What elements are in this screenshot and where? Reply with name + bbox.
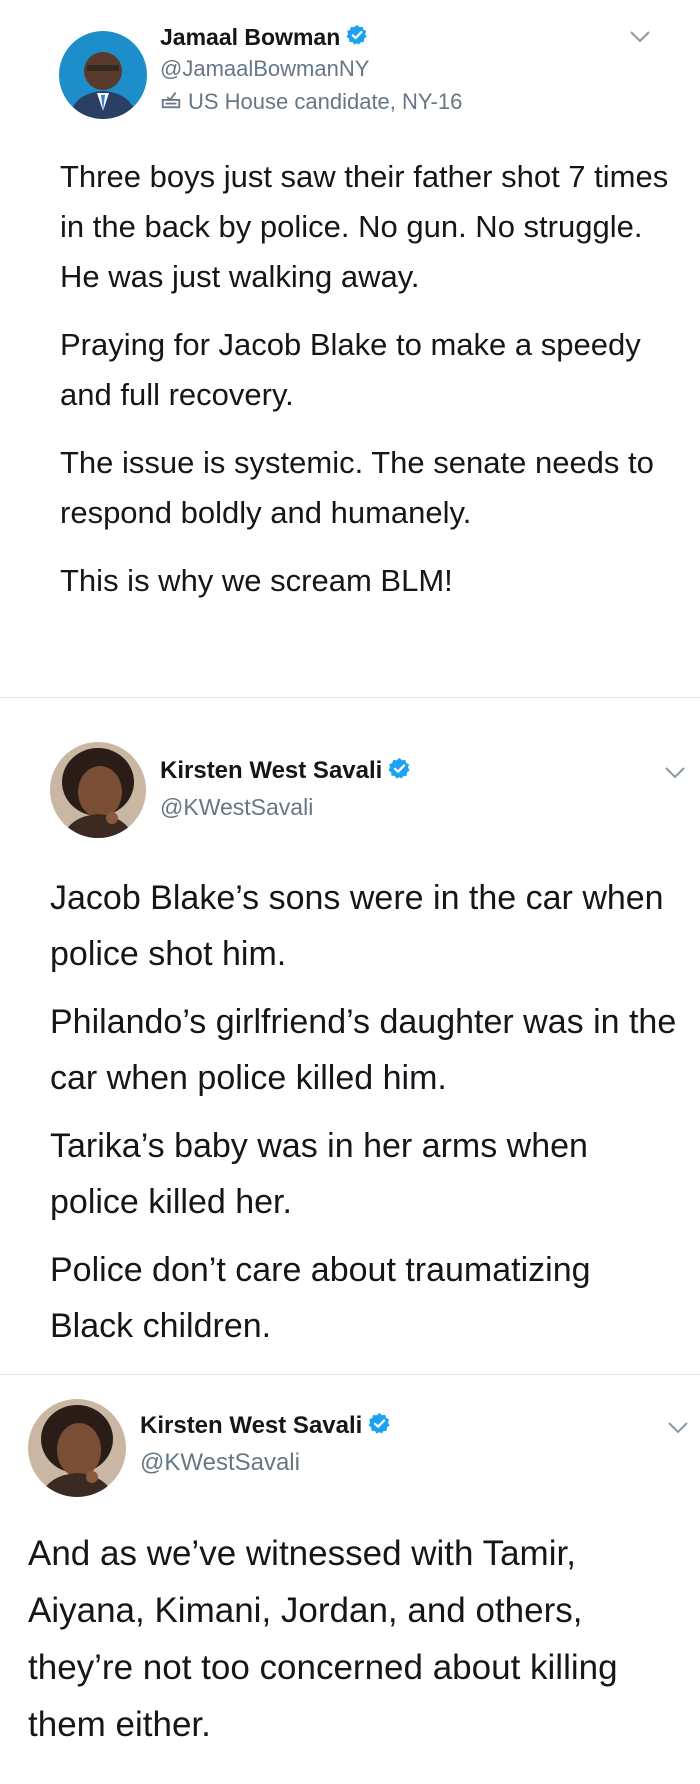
chevron-down-icon[interactable] [664,766,686,780]
tweet-paragraph: And as we’ve witnessed with Tamir, Aiyan… [28,1534,618,1744]
tweet-paragraph: Tarika’s baby was in her arms when polic… [50,1127,588,1221]
verified-badge-icon [368,1412,391,1440]
verified-badge-icon [388,757,411,785]
tweet-text: Three boys just saw their father shot 7 … [60,152,670,606]
author-handle[interactable]: @KWestSavali [160,794,313,821]
chevron-down-icon[interactable] [667,1421,689,1435]
author-name[interactable]: Kirsten West Savali [140,1412,362,1440]
chevron-down-icon[interactable] [629,30,651,44]
verified-badge-icon [346,24,368,51]
avatar[interactable] [28,1399,126,1497]
ballot-box-icon [160,88,182,116]
author-name[interactable]: Kirsten West Savali [160,757,382,785]
tweet-paragraph: Philando’s girlfriend’s daughter was in … [50,1003,677,1097]
author-handle[interactable]: @KWestSavali [140,1449,300,1477]
tweet-paragraph: Jacob Blake’s sons were in the car when … [50,879,664,973]
avatar-image [59,31,147,119]
tweet-paragraph: The issue is systemic. The senate needs … [60,445,654,530]
author-handle[interactable]: @JamaalBowmanNY [160,56,369,82]
tweet-text: And as we’ve witnessed with Tamir, Aiyan… [28,1525,688,1753]
author-name[interactable]: Jamaal Bowman [160,24,340,51]
tweet-paragraph: Three boys just saw their father shot 7 … [60,159,669,294]
tweet-1[interactable]: Jamaal Bowman @JamaalBowmanNY US House c… [0,0,700,697]
avatar-image [28,1399,126,1497]
author-row: Kirsten West Savali [140,1412,391,1440]
tweet-paragraph: Police don’t care about traumatizing Bla… [50,1251,591,1345]
avatar-image [50,742,146,838]
avatar[interactable] [59,31,147,119]
candidate-label: US House candidate, NY-16 [160,88,462,116]
candidate-label-text: US House candidate, NY-16 [188,89,463,114]
tweet-paragraph: Praying for Jacob Blake to make a speedy… [60,327,641,412]
author-row: Kirsten West Savali [160,757,411,785]
tweet-paragraph: This is why we scream BLM! [60,563,453,598]
tweet-3[interactable]: Kirsten West Savali @KWestSavali And as … [0,1375,700,1784]
avatar[interactable] [50,742,146,838]
tweet-2[interactable]: Kirsten West Savali @KWestSavali Jacob B… [0,698,700,1374]
author-row: Jamaal Bowman [160,24,368,50]
tweet-text: Jacob Blake’s sons were in the car when … [50,870,680,1354]
